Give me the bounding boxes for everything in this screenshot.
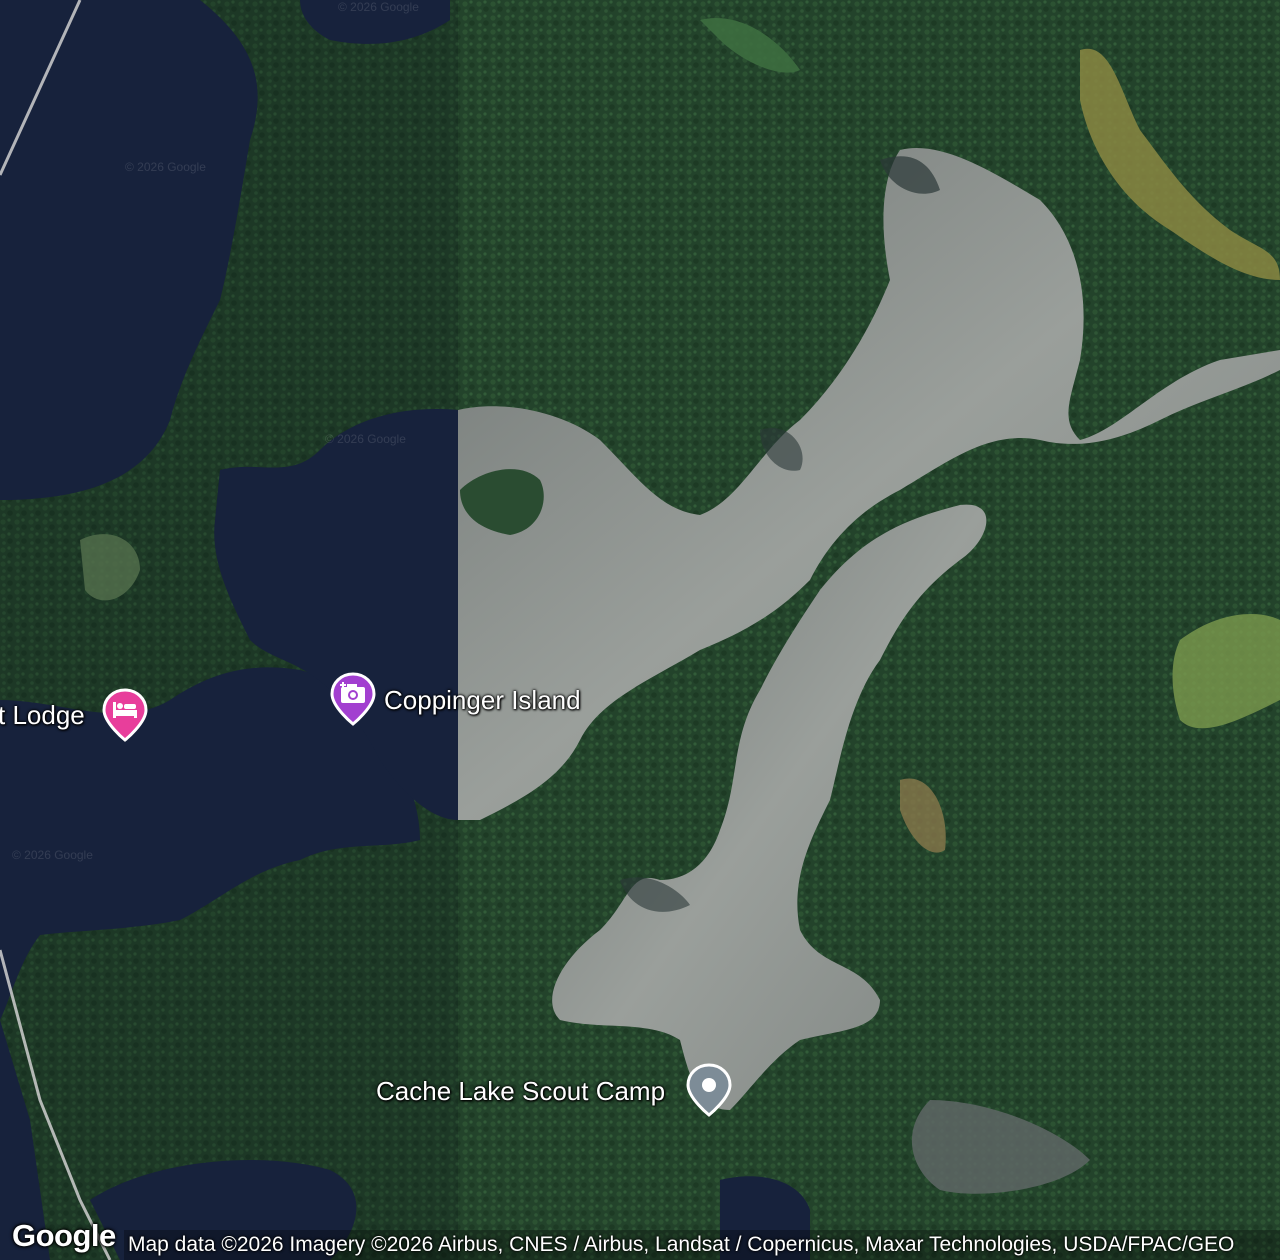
map-attribution[interactable]: Map data ©2026 Imagery ©2026 Airbus, CNE…	[124, 1230, 1280, 1260]
map-watermark: © 2026 Google	[338, 0, 419, 14]
cache-lake-scout-camp-pin[interactable]	[686, 1063, 732, 1117]
lodge-pin[interactable]	[102, 688, 148, 742]
map-canvas[interactable]: © 2026 Google © 2026 Google © 2026 Googl…	[0, 0, 1280, 1260]
google-logo: Google	[12, 1218, 116, 1253]
place-label-lodge[interactable]: t Lodge	[0, 700, 85, 730]
location-dot-icon	[702, 1078, 716, 1092]
place-label-coppinger-island[interactable]: Coppinger Island	[384, 685, 581, 715]
map-watermark: © 2026 Google	[12, 848, 93, 862]
map-watermark: © 2026 Google	[125, 160, 206, 174]
place-label-cache-lake-scout-camp[interactable]: Cache Lake Scout Camp	[376, 1076, 665, 1106]
satellite-imagery[interactable]	[0, 0, 1280, 1260]
coppinger-island-pin[interactable]	[330, 672, 376, 726]
map-watermark: © 2026 Google	[325, 432, 406, 446]
